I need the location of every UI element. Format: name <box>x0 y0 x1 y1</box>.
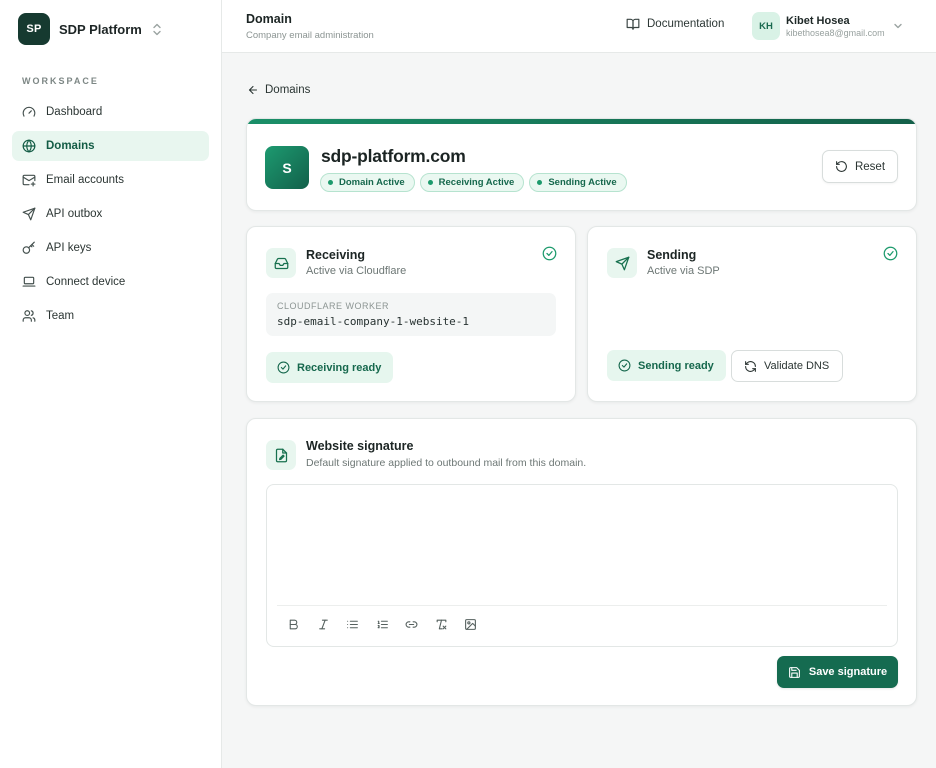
sending-title: Sending <box>647 248 697 262</box>
domain-logo: S <box>265 146 309 189</box>
sidebar-item-team[interactable]: Team <box>12 301 209 331</box>
bold-icon[interactable] <box>283 614 304 635</box>
save-icon <box>788 666 809 679</box>
documentation-link[interactable]: Documentation <box>626 17 724 31</box>
validate-label: Validate DNS <box>764 360 830 372</box>
sidebar: SP SDP Platform WORKSPACE Dashboard Doma… <box>0 0 222 768</box>
receiving-ready-status: Receiving ready <box>266 352 394 383</box>
clear-format-icon[interactable] <box>431 614 452 635</box>
send-icon <box>607 248 637 278</box>
workspace-switcher[interactable]: SP SDP Platform <box>18 13 162 45</box>
sidebar-item-domains[interactable]: Domains <box>12 131 209 161</box>
receiving-card: Receiving Active via Cloudflare CLOUDFLA… <box>246 226 576 402</box>
badge-label: Sending Active <box>548 177 617 188</box>
domain-name: sdp-platform.com <box>321 146 466 166</box>
users-icon <box>22 309 36 323</box>
worker-label: CLOUDFLARE WORKER <box>277 301 390 311</box>
domain-overview-card: S sdp-platform.com Domain Active Receivi… <box>246 118 917 211</box>
sending-ready-status: Sending ready <box>607 350 726 381</box>
check-circle-icon <box>542 246 557 261</box>
sidebar-item-label: API outbox <box>46 208 103 220</box>
sidebar-item-label: Domains <box>46 140 95 152</box>
receiving-subtitle: Active via Cloudflare <box>306 265 407 277</box>
chevrons-up-down-icon <box>152 23 162 36</box>
book-open-icon <box>626 17 647 31</box>
mail-plus-icon <box>22 173 36 187</box>
globe-icon <box>22 139 36 153</box>
check-circle-icon <box>883 246 898 261</box>
card-accent-bar <box>247 119 916 124</box>
link-icon[interactable] <box>401 614 422 635</box>
sending-subtitle: Active via SDP <box>647 265 720 277</box>
gauge-icon <box>22 105 36 119</box>
status-label: Sending ready <box>638 359 714 372</box>
user-menu[interactable]: KH Kibet Hosea kibethosea8@gmail.com <box>752 12 903 40</box>
signature-subtitle: Default signature applied to outbound ma… <box>306 457 587 469</box>
editor-toolbar <box>277 605 887 643</box>
sending-card: Sending Active via SDP Sending ready Val… <box>587 226 917 402</box>
bullet-list-icon[interactable] <box>342 614 363 635</box>
status-dot <box>427 180 433 185</box>
sidebar-nav: Dashboard Domains Email accounts API out… <box>12 97 209 335</box>
reset-label: Reset <box>854 160 886 173</box>
status-dot <box>328 180 333 185</box>
top-header: Domain Company email administration Docu… <box>222 0 936 53</box>
brand-name: SDP Platform <box>59 21 142 37</box>
section-label: WORKSPACE <box>22 76 99 86</box>
status-label: Receiving ready <box>297 361 382 374</box>
signature-editor <box>266 484 898 647</box>
arrow-left-icon <box>247 84 265 96</box>
key-icon <box>22 241 36 255</box>
inbox-icon <box>266 248 296 278</box>
send-icon <box>22 207 36 221</box>
back-to-domains-link[interactable]: Domains <box>247 84 310 96</box>
status-badge: Domain Active <box>320 173 415 192</box>
chevron-down-icon <box>893 21 903 31</box>
sidebar-item-api-outbox[interactable]: API outbox <box>12 199 209 229</box>
validate-dns-button[interactable]: Validate DNS <box>731 350 844 382</box>
image-icon[interactable] <box>460 614 481 635</box>
cloudflare-worker-box: CLOUDFLARE WORKER sdp-email-company-1-we… <box>266 293 556 336</box>
user-info: Kibet Hosea kibethosea8@gmail.com <box>786 15 885 38</box>
receiving-title: Receiving <box>306 248 366 262</box>
page-title: Domain <box>246 12 292 26</box>
reset-button[interactable]: Reset <box>822 150 898 183</box>
signature-editor-area[interactable] <box>267 485 897 605</box>
page-subtitle: Company email administration <box>246 30 374 41</box>
documentation-label: Documentation <box>647 18 725 30</box>
badge-label: Domain Active <box>339 177 405 188</box>
sidebar-item-label: API keys <box>46 242 92 254</box>
rotate-ccw-icon <box>835 160 855 173</box>
status-badge: Receiving Active <box>419 173 525 192</box>
sidebar-item-email-accounts[interactable]: Email accounts <box>12 165 209 195</box>
back-label: Domains <box>265 84 311 96</box>
laptop-icon <box>22 275 36 289</box>
status-badge: Sending Active <box>529 173 627 192</box>
italic-icon[interactable] <box>313 614 334 635</box>
brand-logo: SP <box>18 13 50 45</box>
sidebar-item-connect-device[interactable]: Connect device <box>12 267 209 297</box>
user-email: kibethosea8@gmail.com <box>786 27 885 38</box>
status-dot <box>537 180 543 185</box>
signature-card: Website signature Default signature appl… <box>246 418 917 706</box>
sidebar-item-label: Email accounts <box>46 174 124 186</box>
worker-value: sdp-email-company-1-website-1 <box>277 315 470 328</box>
sidebar-item-label: Team <box>46 310 75 322</box>
sidebar-item-dashboard[interactable]: Dashboard <box>12 97 209 127</box>
signature-title: Website signature <box>306 439 414 453</box>
user-name: Kibet Hosea <box>786 14 850 27</box>
file-signature-icon <box>266 440 296 470</box>
sidebar-item-label: Dashboard <box>46 106 103 118</box>
refresh-icon <box>744 360 764 373</box>
check-circle-icon <box>277 361 297 374</box>
save-label: Save signature <box>808 666 888 678</box>
badge-label: Receiving Active <box>438 177 515 188</box>
sidebar-item-label: Connect device <box>46 276 126 288</box>
save-signature-button[interactable]: Save signature <box>777 656 898 688</box>
sidebar-item-api-keys[interactable]: API keys <box>12 233 209 263</box>
numbered-list-icon[interactable] <box>372 614 393 635</box>
avatar: KH <box>752 12 780 40</box>
status-badges: Domain Active Receiving Active Sending A… <box>320 173 632 192</box>
check-circle-icon <box>618 359 638 372</box>
